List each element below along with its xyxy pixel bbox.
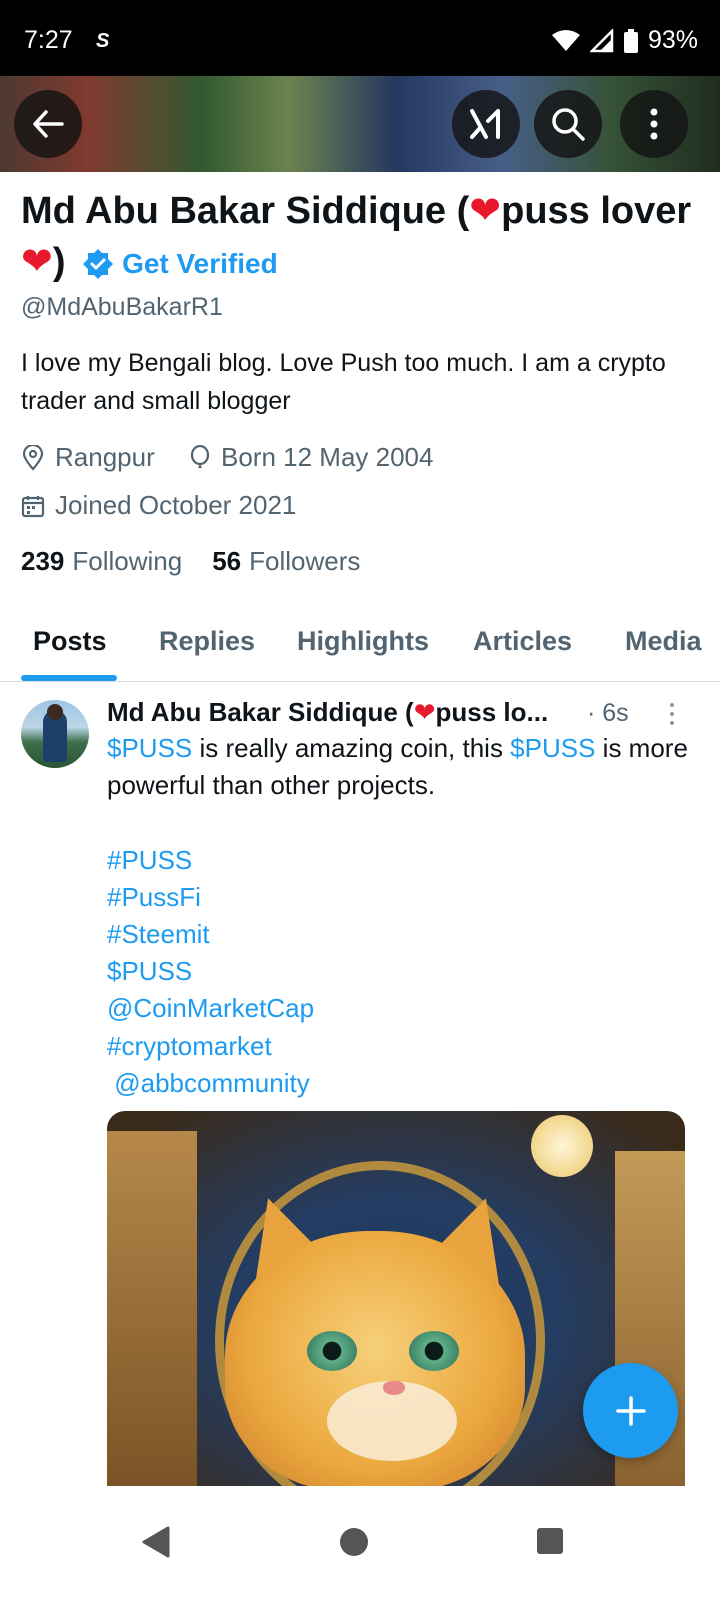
profile-tabs: Posts Replies Highlights Articles Media (0, 604, 720, 682)
search-icon (552, 108, 585, 141)
profile-handle: @MdAbuBakarR1 (21, 293, 223, 321)
tab-highlights[interactable]: Highlights (297, 626, 429, 657)
nav-back-button[interactable] (140, 1526, 170, 1558)
post-timestamp[interactable]: · 6s (587, 699, 629, 728)
image-cat-eye (409, 1331, 459, 1371)
post-more-button[interactable] (660, 700, 684, 728)
post-author[interactable]: Md Abu Bakar Siddique (❤puss lo... (107, 697, 548, 728)
grok-button[interactable] (452, 90, 520, 158)
system-nav-bar (0, 1486, 720, 1600)
profile-bio: I love my Bengali blog. Love Push too mu… (21, 349, 666, 415)
heart-icon: ❤ (413, 697, 436, 727)
profile-location: Rangpur (21, 442, 155, 473)
following-label: Following (72, 546, 183, 576)
following-link[interactable]: 239 Following (21, 546, 182, 577)
profile-joined: Joined October 2021 (21, 490, 296, 521)
followers-link[interactable]: 56 Followers (212, 546, 360, 577)
post-text: $PUSS is really amazing coin, this $PUSS… (107, 730, 697, 1102)
image-cat-nose (383, 1381, 405, 1395)
hashtag-link[interactable]: #cryptomarket (107, 1031, 272, 1061)
tab-media[interactable]: Media (625, 626, 702, 657)
tab-replies[interactable]: Replies (159, 626, 255, 657)
profile-name-part1: Md Abu Bakar Siddique ( (21, 190, 470, 232)
wifi-icon (551, 29, 580, 51)
status-bar: 7:27 S 93% (0, 0, 720, 76)
status-time: 7:27 (24, 26, 73, 54)
profile-banner (0, 76, 720, 172)
birthdate-label: Born 12 May 2004 (221, 442, 434, 472)
triangle-back-icon (142, 1526, 170, 1558)
cashtag-link[interactable]: $PUSS (107, 956, 192, 986)
joined-label: Joined October 2021 (55, 490, 297, 520)
status-indicators: 93% (551, 26, 698, 55)
following-count: 239 (21, 546, 65, 576)
get-verified-button[interactable]: Get Verified (82, 238, 278, 289)
more-dot (670, 712, 674, 716)
mention-link[interactable]: @abbcommunity (107, 1068, 309, 1098)
search-button[interactable] (534, 90, 602, 158)
grok-icon (470, 109, 500, 139)
profile-birthdate: Born 12 May 2004 (189, 442, 433, 473)
profile-name-part2: puss lover (501, 190, 692, 232)
avatar[interactable] (21, 700, 89, 768)
mention-link[interactable]: @CoinMarketCap (107, 993, 314, 1023)
more-dot (670, 721, 674, 725)
battery-percent: 93% (647, 26, 698, 54)
back-button[interactable] (14, 90, 82, 158)
tab-posts[interactable]: Posts (33, 626, 107, 657)
location-pin-icon (22, 444, 44, 471)
post-author-part1: Md Abu Bakar Siddique ( (107, 697, 414, 727)
post-text-segment: is really amazing coin, this (192, 733, 511, 763)
plus-icon (615, 1395, 646, 1426)
image-moon (531, 1115, 593, 1177)
balloon-icon (190, 444, 210, 468)
nav-home-button[interactable] (338, 1526, 370, 1558)
image-castle-left (107, 1131, 197, 1486)
compose-button[interactable] (583, 1363, 678, 1458)
active-tab-indicator (21, 675, 117, 681)
followers-count: 56 (212, 546, 242, 576)
nav-recents-button[interactable] (535, 1526, 565, 1556)
verified-badge-icon (83, 248, 114, 279)
hashtag-link[interactable]: #PussFi (107, 882, 201, 912)
profile-name: Md Abu Bakar Siddique (❤puss lover ❤) Ge… (21, 186, 701, 289)
square-recents-icon (537, 1528, 563, 1554)
app-notification-icon: S (96, 30, 110, 52)
more-options-button[interactable] (620, 90, 688, 158)
cashtag-link[interactable]: $PUSS (107, 733, 192, 763)
arrow-left-icon (33, 110, 64, 138)
tab-articles[interactable]: Articles (473, 626, 572, 657)
battery-icon (623, 28, 638, 53)
avatar-head (47, 704, 63, 720)
calendar-icon (21, 495, 45, 517)
more-dot (670, 703, 674, 707)
cashtag-link[interactable]: $PUSS (510, 733, 595, 763)
heart-icon: ❤ (469, 190, 502, 232)
circle-home-icon (340, 1528, 368, 1556)
more-vertical-icon (650, 108, 658, 140)
follow-stats: 239 Following 56 Followers (21, 546, 360, 577)
image-cat-eye (307, 1331, 357, 1371)
hashtag-link[interactable]: #Steemit (107, 919, 210, 949)
hashtag-link[interactable]: #PUSS (107, 845, 192, 875)
post-author-part2: puss lo... (435, 697, 549, 727)
signal-icon (589, 28, 614, 52)
followers-label: Followers (249, 546, 361, 576)
profile-name-part3: ) (52, 241, 66, 283)
get-verified-label: Get Verified (122, 248, 278, 280)
location-label: Rangpur (55, 442, 155, 472)
heart-icon: ❤ (21, 241, 53, 283)
